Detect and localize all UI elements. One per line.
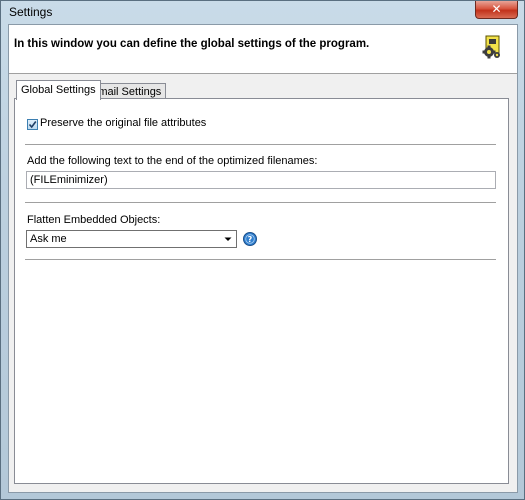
tab-global-settings[interactable]: Global Settings <box>16 80 101 100</box>
chevron-down-icon[interactable] <box>221 232 235 246</box>
close-button[interactable]: ✕ <box>475 1 518 19</box>
header-description: In this window you can define the global… <box>14 38 370 50</box>
divider <box>25 202 496 203</box>
window-title: Settings <box>9 5 53 19</box>
settings-gear-icon <box>481 35 503 59</box>
divider <box>25 259 496 260</box>
preserve-attributes-label[interactable]: Preserve the original file attributes <box>40 117 206 129</box>
help-icon[interactable]: ? <box>243 232 257 246</box>
preserve-attributes-checkbox[interactable] <box>27 119 38 130</box>
svg-text:?: ? <box>248 235 253 244</box>
flatten-objects-selected: Ask me <box>30 233 67 245</box>
global-settings-panel: Preserve the original file attributes Ad… <box>14 98 509 484</box>
flatten-objects-label: Flatten Embedded Objects: <box>27 214 161 226</box>
settings-window: Settings ✕ In this window you can define… <box>0 0 525 500</box>
filename-suffix-label: Add the following text to the end of the… <box>27 155 318 167</box>
filename-suffix-input[interactable]: (FILEminimizer) <box>26 171 496 189</box>
header-band: In this window you can define the global… <box>9 25 517 74</box>
title-bar[interactable]: Settings ✕ <box>1 1 524 23</box>
divider <box>25 144 496 145</box>
dialog-client-area: In this window you can define the global… <box>8 24 518 493</box>
flatten-objects-dropdown[interactable]: Ask me <box>26 230 237 248</box>
